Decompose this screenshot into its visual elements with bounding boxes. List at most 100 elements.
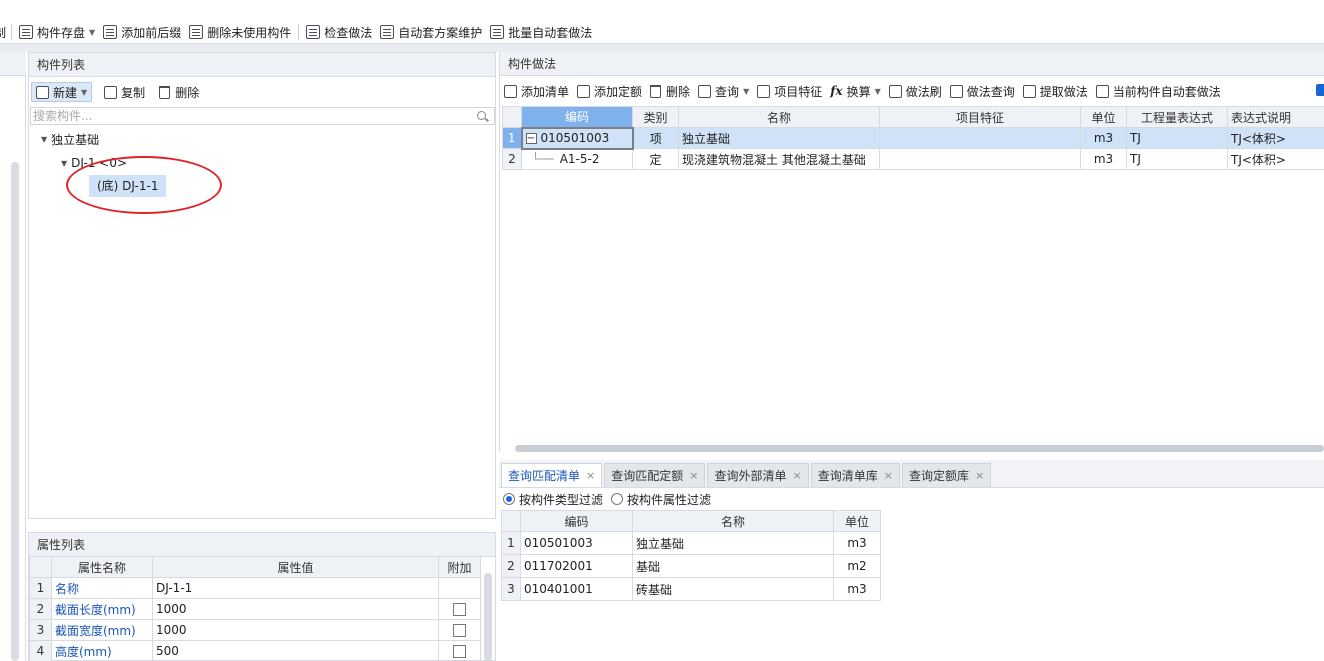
method-query-button[interactable]: 做法查询 bbox=[949, 83, 1015, 100]
method-feature[interactable] bbox=[879, 127, 1081, 149]
category-header[interactable]: 类别 bbox=[632, 106, 679, 128]
attribute-name-header[interactable]: 属性名称 bbox=[51, 556, 153, 578]
auto-apply-button[interactable]: 当前构件自动套做法 bbox=[1095, 83, 1221, 100]
method-unit[interactable]: m3 bbox=[1080, 148, 1127, 170]
toolbar-partial-item[interactable]: 制 bbox=[0, 22, 8, 42]
method-query-label: 做法查询 bbox=[966, 84, 1015, 99]
close-icon[interactable]: × bbox=[884, 464, 893, 488]
tab-match-quota[interactable]: 查询匹配定额 × bbox=[604, 463, 706, 488]
filter-by-attribute-label[interactable]: 按构件属性过滤 bbox=[627, 491, 711, 508]
add-prefix-button[interactable]: 添加前后缀 bbox=[99, 22, 185, 42]
unit-header[interactable]: 单位 bbox=[1080, 106, 1127, 128]
table-row[interactable]: 1 010501003 独立基础 m3 bbox=[501, 531, 881, 555]
query-button[interactable]: 查询 ▼ bbox=[698, 83, 749, 100]
method-code-cell[interactable]: −010501003 bbox=[520, 126, 634, 150]
extract-method-button[interactable]: 提取做法 bbox=[1022, 83, 1088, 100]
table-row[interactable]: 1 −010501003 项 独立基础 m3 TJ TJ<体积> bbox=[502, 126, 1324, 150]
match-code[interactable]: 010401001 bbox=[520, 577, 633, 601]
collapse-icon[interactable]: − bbox=[525, 133, 537, 144]
add-quota-button[interactable]: 添加定额 bbox=[577, 83, 642, 100]
match-name[interactable]: 砖基础 bbox=[632, 577, 834, 601]
close-icon[interactable]: × bbox=[792, 464, 801, 488]
table-row[interactable]: 3 截面宽度(mm) 1000 bbox=[29, 619, 481, 641]
method-code-cell[interactable]: └── A1-5-2 bbox=[521, 148, 633, 170]
match-code-header[interactable]: 编码 bbox=[520, 510, 633, 532]
expand-triangle-icon[interactable]: ▼ bbox=[41, 135, 47, 144]
match-name[interactable]: 基础 bbox=[632, 554, 834, 578]
delete-component-button[interactable]: 删除 bbox=[155, 82, 203, 102]
tab-list-library[interactable]: 查询清单库 × bbox=[810, 463, 900, 488]
match-unit[interactable]: m2 bbox=[833, 554, 881, 578]
match-name-header[interactable]: 名称 bbox=[632, 510, 834, 532]
row-number: 3 bbox=[501, 577, 521, 601]
method-name[interactable]: 现浇建筑物混凝土 其他混凝土基础 bbox=[678, 148, 880, 170]
attribute-value[interactable]: DJ-1-1 bbox=[152, 577, 439, 599]
batch-auto-button[interactable]: 批量自动套做法 bbox=[486, 22, 596, 42]
check-method-button[interactable]: 检查做法 bbox=[302, 22, 376, 42]
extra-checkbox[interactable] bbox=[453, 624, 466, 637]
delete-method-button[interactable]: 删除 bbox=[650, 83, 690, 100]
left-scrollbar[interactable] bbox=[11, 162, 19, 661]
match-name[interactable]: 独立基础 bbox=[632, 531, 834, 555]
attribute-value-header[interactable]: 属性值 bbox=[152, 556, 439, 578]
filter-by-type-label[interactable]: 按构件类型过滤 bbox=[519, 491, 603, 508]
new-component-button[interactable]: 新建 ▼ bbox=[31, 82, 93, 102]
attribute-scrollbar[interactable] bbox=[484, 573, 492, 661]
table-row[interactable]: 2 011702001 基础 m2 bbox=[501, 554, 881, 578]
attribute-value[interactable]: 1000 bbox=[152, 598, 439, 620]
filter-by-type-radio[interactable] bbox=[503, 493, 515, 505]
match-unit[interactable]: m3 bbox=[833, 531, 881, 555]
close-icon[interactable]: × bbox=[689, 464, 698, 488]
component-search-input[interactable]: 搜索构件... bbox=[30, 107, 495, 125]
table-row[interactable]: 2 截面长度(mm) 1000 bbox=[29, 598, 481, 620]
auto-scheme-button[interactable]: 自动套方案维护 bbox=[376, 22, 486, 42]
table-row[interactable]: 2 └── A1-5-2 定 现浇建筑物混凝土 其他混凝土基础 m3 TJ TJ<… bbox=[502, 148, 1324, 170]
method-feature[interactable] bbox=[879, 148, 1081, 170]
filter-by-attribute-radio[interactable] bbox=[611, 493, 624, 505]
method-name[interactable]: 独立基础 bbox=[678, 127, 880, 149]
feature-button[interactable]: 项目特征 bbox=[757, 83, 822, 100]
method-horizontal-scrollbar[interactable] bbox=[515, 445, 1324, 452]
method-unit[interactable]: m3 bbox=[1080, 127, 1127, 149]
attribute-value[interactable]: 500 bbox=[152, 640, 439, 661]
method-expression[interactable]: TJ bbox=[1126, 127, 1228, 149]
delete-unused-button[interactable]: 删除未使用构件 bbox=[185, 22, 295, 42]
close-icon[interactable]: × bbox=[975, 464, 984, 488]
match-unit-header[interactable]: 单位 bbox=[833, 510, 881, 532]
expression-header[interactable]: 工程量表达式 bbox=[1126, 106, 1228, 128]
match-unit[interactable]: m3 bbox=[833, 577, 881, 601]
feature-header[interactable]: 项目特征 bbox=[879, 106, 1081, 128]
code-header[interactable]: 编码 bbox=[521, 106, 633, 128]
method-brush-button[interactable]: 做法刷 bbox=[888, 83, 942, 100]
expression-desc-header[interactable]: 表达式说明 bbox=[1227, 106, 1324, 128]
attribute-value[interactable]: 1000 bbox=[152, 619, 439, 641]
method-expression-desc[interactable]: TJ<体积> bbox=[1227, 127, 1324, 149]
add-list-button[interactable]: 添加清单 bbox=[504, 83, 569, 100]
tab-quota-library[interactable]: 查询定额库 × bbox=[901, 463, 992, 488]
method-expression-desc[interactable]: TJ<体积> bbox=[1227, 148, 1324, 170]
attribute-extra-header[interactable]: 附加 bbox=[438, 556, 481, 578]
match-code[interactable]: 010501003 bbox=[520, 531, 633, 555]
copy-component-button[interactable]: 复制 bbox=[100, 82, 149, 102]
chevron-down-icon[interactable]: ▼ bbox=[81, 88, 87, 97]
close-icon[interactable]: × bbox=[586, 464, 595, 488]
method-category[interactable]: 定 bbox=[632, 148, 679, 170]
extra-checkbox[interactable] bbox=[453, 603, 466, 616]
tab-match-list[interactable]: 查询匹配清单 × bbox=[501, 463, 603, 488]
expand-triangle-icon[interactable]: ▼ bbox=[61, 159, 67, 168]
method-expression[interactable]: TJ bbox=[1126, 148, 1228, 170]
tab-external-list[interactable]: 查询外部清单 × bbox=[707, 463, 809, 488]
extra-checkbox[interactable] bbox=[453, 645, 466, 658]
convert-button[interactable]: fx 换算 ▼ bbox=[830, 83, 881, 100]
method-category[interactable]: 项 bbox=[632, 127, 679, 149]
tree-node-root[interactable]: ▼ 独立基础 bbox=[41, 129, 99, 149]
match-code[interactable]: 011702001 bbox=[520, 554, 633, 578]
delete-method-label: 删除 bbox=[666, 84, 691, 99]
save-component-button[interactable]: 构件存盘 ▼ bbox=[15, 22, 99, 42]
search-icon[interactable] bbox=[477, 111, 486, 120]
name-header[interactable]: 名称 bbox=[678, 106, 880, 128]
checkbox-checked-icon[interactable] bbox=[1316, 84, 1324, 96]
table-row[interactable]: 3 010401001 砖基础 m3 bbox=[501, 577, 881, 601]
table-row[interactable]: 4 高度(mm) 500 bbox=[29, 640, 481, 661]
table-row[interactable]: 1 名称 DJ-1-1 bbox=[29, 577, 481, 599]
